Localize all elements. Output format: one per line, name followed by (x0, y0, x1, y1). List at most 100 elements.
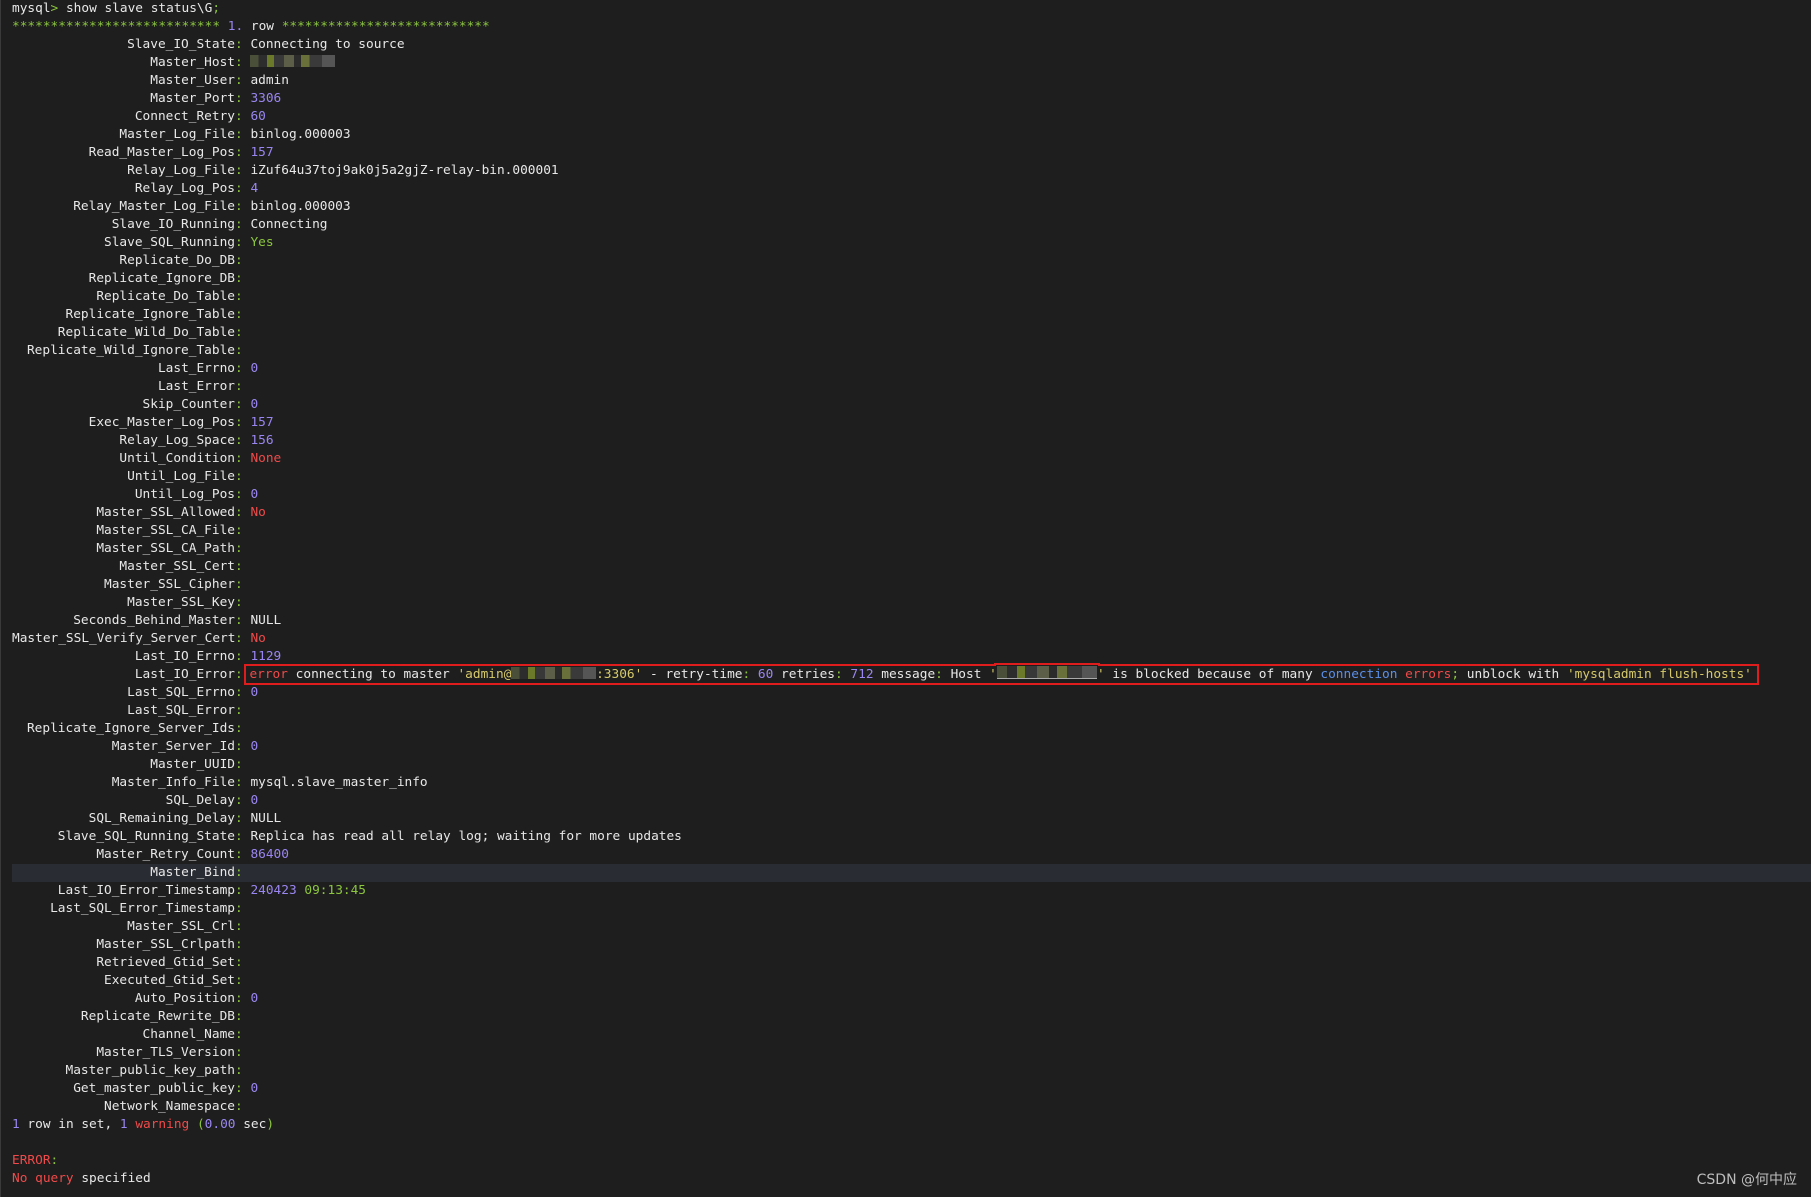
colon: : (235, 685, 243, 700)
field-label: Master_SSL_Allowed (96, 505, 235, 520)
field-label: Slave_SQL_Running_State (57, 829, 235, 844)
field-value: 0 (250, 739, 258, 754)
field-label: Replicate_Rewrite_DB (80, 1009, 235, 1024)
text-segment: :3306' (596, 667, 643, 682)
colon: : (235, 199, 243, 214)
text-segment: 09:13:45 (296, 883, 367, 898)
field-label: Relay_Log_File (127, 163, 235, 178)
field-value: iZuf64u37toj9ak0j5a2gjZ-relay-bin.000001 (250, 163, 558, 178)
field-row: Last_IO_Error_Timestamp: 240423 09:13:45 (12, 882, 1756, 900)
field-row: Exec_Master_Log_Pos: 157 (12, 414, 1756, 432)
result-summary-line: 1 row in set, 1 warning (0.00 sec) (12, 1116, 1756, 1134)
field-row: Slave_IO_Running: Connecting (12, 216, 1756, 234)
colon: : (235, 397, 243, 412)
field-label: Last_Error (157, 379, 235, 394)
field-row: Master_Retry_Count: 86400 (12, 846, 1756, 864)
field-row: Skip_Counter: 0 (12, 396, 1756, 414)
field-value: 3306 (250, 91, 281, 106)
text-segment: ( (189, 1117, 205, 1132)
field-row: Master_SSL_CA_File: (12, 522, 1756, 540)
colon: : (235, 1009, 243, 1024)
field-value: No (250, 505, 265, 520)
field-row: Last_Error: (12, 378, 1756, 396)
terminal-output[interactable]: mysql> show slave status\G; *************… (12, 0, 1811, 1188)
text-segment: 157 (250, 145, 274, 160)
field-row: Last_SQL_Error: (12, 702, 1756, 720)
field-row: Master_Bind: (12, 864, 1811, 882)
field-label: SQL_Delay (165, 793, 235, 808)
colon: : (235, 865, 243, 880)
field-value: 0 (250, 991, 258, 1006)
text-segment: connecting to master (287, 667, 458, 682)
field-value: binlog.000003 (250, 199, 350, 214)
field-label: Master_Port (150, 91, 235, 106)
text-segment: No (250, 505, 266, 520)
text-segment: binlog.000003 (250, 199, 351, 214)
colon: : (235, 343, 243, 358)
field-value: NULL (250, 613, 281, 628)
field-row: Master_User: admin (12, 72, 1756, 90)
field-label: Slave_IO_State (127, 37, 235, 52)
field-value: 240423 09:13:45 (250, 883, 366, 898)
text-segment: 60 (750, 667, 774, 682)
field-value: 0 (250, 685, 258, 700)
colon: : (235, 757, 243, 772)
text-segment: 'mysqladmin flush-hosts' (1566, 667, 1752, 682)
redacted-text (250, 55, 336, 67)
field-value: Replica has read all relay log; waiting … (250, 829, 681, 844)
field-value: 157 (250, 145, 273, 160)
field-label: Master_SSL_CA_Path (96, 541, 235, 556)
colon: : (235, 847, 243, 862)
text-segment: 0 (250, 739, 259, 754)
field-value: 157 (250, 415, 273, 430)
field-label: Channel_Name (142, 1027, 235, 1042)
text-segment: 3306 (250, 91, 282, 106)
field-row: Master_UUID: (12, 756, 1756, 774)
field-label: Until_Log_Pos (134, 487, 235, 502)
text-segment: - retry-time (642, 667, 743, 682)
text-segment: warning (127, 1117, 190, 1132)
colon: : (235, 667, 243, 682)
text-segment: 157 (250, 415, 274, 430)
text-segment: No (250, 631, 266, 646)
text-segment: specified (73, 1171, 151, 1186)
field-label: Master_Server_Id (111, 739, 235, 754)
field-value: 60 (250, 109, 265, 124)
colon: : (235, 55, 243, 70)
field-label: Exec_Master_Log_Pos (88, 415, 235, 430)
field-label: Relay_Log_Space (119, 433, 235, 448)
text-segment: error (249, 667, 288, 682)
text-segment: row (243, 19, 282, 34)
field-value: 156 (250, 433, 273, 448)
field-value (250, 55, 336, 70)
field-label: Relay_Log_Pos (134, 181, 235, 196)
colon: : (235, 541, 243, 556)
colon: : (235, 433, 243, 448)
field-row: Until_Log_File: (12, 468, 1756, 486)
colon: : (235, 721, 243, 736)
field-row: Master_Host: (12, 54, 1756, 72)
field-row: Until_Log_Pos: 0 (12, 486, 1756, 504)
text-segment: row in set, (19, 1117, 120, 1132)
colon: : (235, 361, 243, 376)
text-segment: 0 (250, 397, 259, 412)
redacted-text (996, 666, 1097, 679)
text-segment: ; (1451, 667, 1460, 682)
field-label: Master_Info_File (111, 775, 235, 790)
field-label: Last_IO_Error (134, 667, 235, 682)
field-label: Replicate_Wild_Do_Table (57, 325, 235, 340)
text-segment: 0 (250, 685, 259, 700)
field-row: Auto_Position: 0 (12, 990, 1756, 1008)
colon: : (235, 883, 243, 898)
text-segment: None (250, 451, 282, 466)
field-label: Master_public_key_path (65, 1063, 236, 1078)
field-row: Network_Namespace: (12, 1098, 1756, 1116)
text-segment: retries (773, 667, 835, 682)
field-label: Relay_Master_Log_File (73, 199, 235, 214)
field-row: Replicate_Rewrite_DB: (12, 1008, 1756, 1026)
field-label: Until_Log_File (127, 469, 235, 484)
field-row: Connect_Retry: 60 (12, 108, 1756, 126)
colon: : (235, 451, 243, 466)
colon: : (235, 991, 243, 1006)
